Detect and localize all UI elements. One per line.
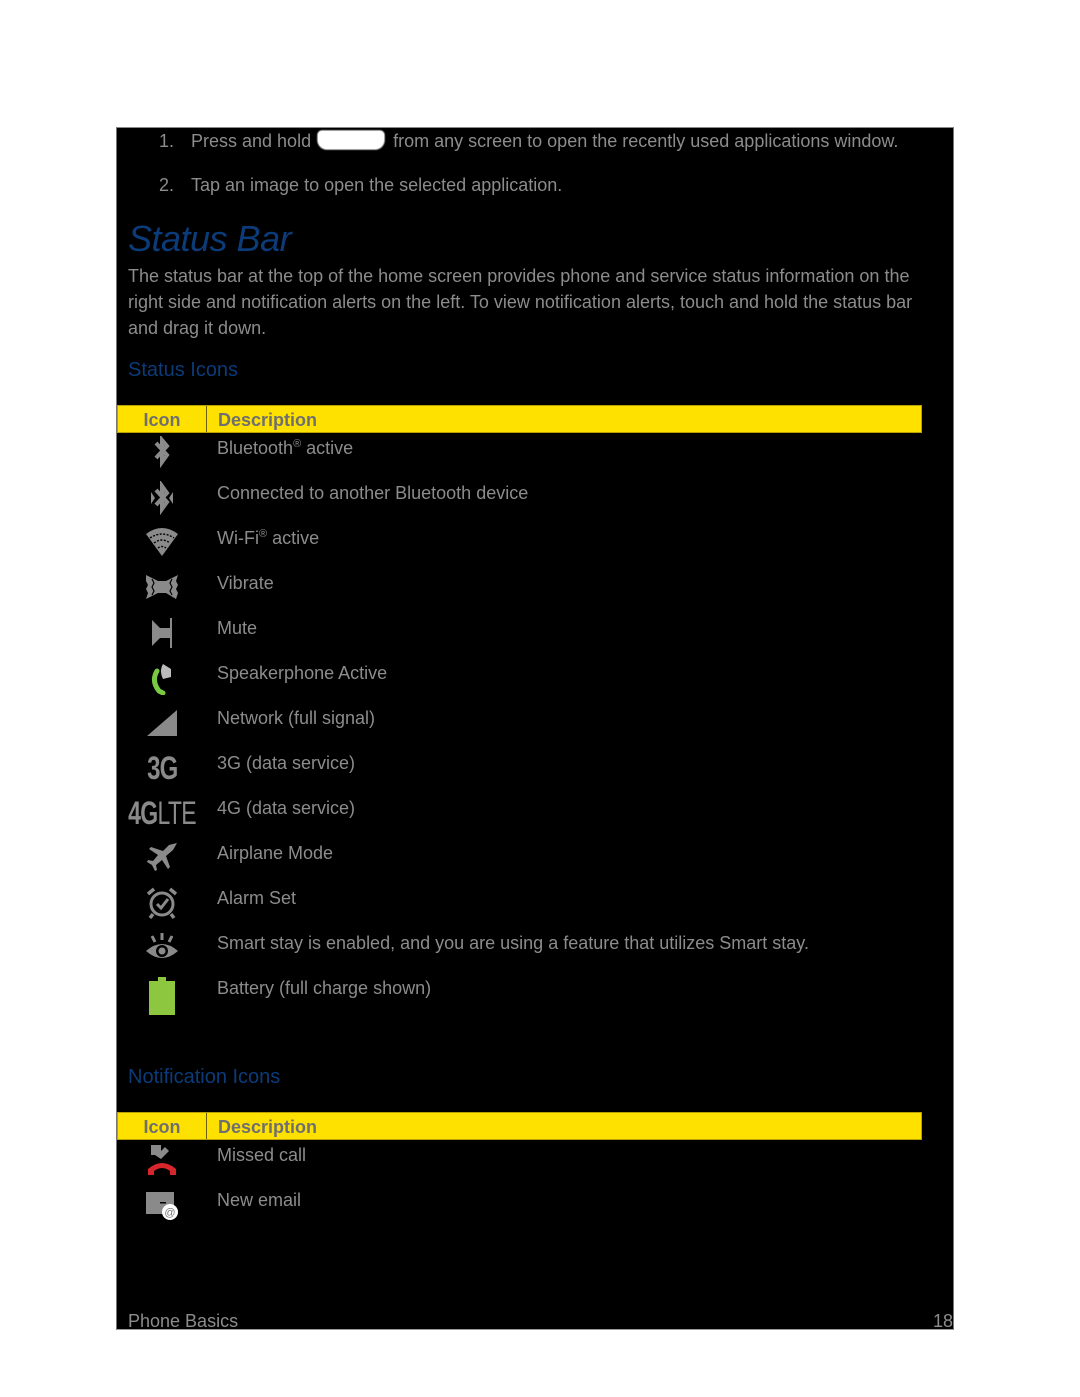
mute-icon [152,618,172,648]
table-row: Mute [117,616,920,661]
column-header-description: Description [218,1117,318,1137]
4g-lte-icon: 4GLTE [128,796,196,830]
signal-icon [147,710,177,736]
wifi-icon [146,528,178,556]
column-header-description: Description [218,410,318,430]
row-description-suffix: active [267,528,320,548]
table-row: Vibrate [117,571,920,616]
table-row: 4GLTE 4G (data service) [117,796,920,841]
lte-label: LTE [157,795,196,831]
step-1: 1. Press and hold from any screen to open… [159,131,898,152]
notification-icons-table-header: Icon Description [117,1112,922,1140]
alarm-icon [146,887,178,920]
bluetooth-icon [154,436,170,469]
step-number: 1. [159,131,175,151]
step-text: Tap an image to open the selected applic… [191,175,563,195]
vibrate-icon [146,575,178,599]
intro-paragraph: The status bar at the top of the home sc… [128,266,913,338]
row-description: Alarm Set [217,888,297,908]
row-description: 4G (data service) [217,798,356,818]
row-description: 3G (data service) [217,753,356,773]
status-icons-table-header: Icon Description [117,405,922,433]
table-row: 3G 3G (data service) [117,751,920,796]
speakerphone-icon [151,664,171,695]
row-description: New email [217,1190,302,1210]
missed-call-icon [148,1145,176,1175]
row-description: Smart stay is enabled, and you are using… [217,933,809,953]
step-text: from any screen to open the recently use… [393,131,899,151]
row-description-suffix: active [301,438,354,458]
step-2: 2. Tap an image to open the selected appl… [159,175,562,196]
status-icons-heading: Status Icons [128,359,239,381]
row-description: Vibrate [217,573,274,593]
table-row: Battery (full charge shown) [117,976,920,1021]
table-row: Airplane Mode [117,841,920,886]
table-row: Connected to another Bluetooth device [117,481,920,526]
bluetooth-connected-icon [151,481,173,515]
row-description: Airplane Mode [217,843,334,863]
table-row: Wi-Fi® active [117,526,920,571]
table-row: @ New email [117,1188,920,1233]
column-header-icon: Icon [118,406,207,432]
step-text: Press and hold [191,131,312,151]
table-row: Alarm Set [117,886,920,931]
table-row: Speakerphone Active [117,661,920,706]
airplane-icon [147,843,177,871]
registered-mark: ® [258,528,268,540]
new-email-icon: @ [146,1192,178,1220]
step-number: 2. [159,175,175,195]
table-row: Smart stay is enabled, and you are using… [117,931,920,976]
footer-section-name: Phone Basics [128,1311,239,1331]
document-page: 1. Press and hold from any screen to open… [116,127,954,1331]
battery-icon [149,977,175,1015]
registered-mark: ® [293,438,302,450]
column-header-icon: Icon [118,1113,207,1139]
home-key-icon [318,131,385,149]
row-description: Bluetooth [217,438,294,458]
3g-icon: 3G [146,750,178,786]
4g-label: 4G [128,795,158,831]
row-description: Speakerphone Active [217,663,388,683]
section-title: Status Bar [128,218,292,259]
row-description: Network (full signal) [217,708,376,728]
table-row: Missed call [117,1143,920,1188]
footer-page-number: 18 [932,1311,953,1331]
row-description: Missed call [217,1145,307,1165]
row-description: Mute [217,618,258,638]
row-description: Wi-Fi [217,528,259,548]
svg-text:@: @ [164,1207,175,1219]
smart-stay-icon [146,933,178,958]
table-row: Bluetooth® active [117,436,920,481]
table-row: Network (full signal) [117,706,920,751]
notification-icons-heading: Notification Icons [128,1066,281,1088]
row-description: Connected to another Bluetooth device [217,483,529,503]
row-description: Battery (full charge shown) [217,978,432,998]
